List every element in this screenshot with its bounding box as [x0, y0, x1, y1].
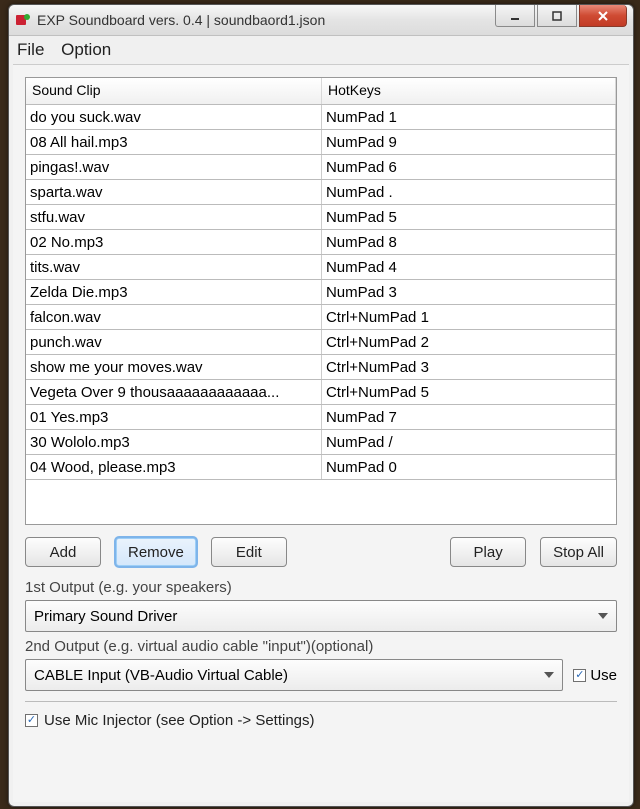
play-button[interactable]: Play	[450, 537, 526, 567]
table-row[interactable]: Vegeta Over 9 thousaaaaaaaaaaaa...Ctrl+N…	[26, 380, 616, 405]
table-empty-area	[26, 480, 616, 524]
mic-injector-checkbox[interactable]	[25, 714, 38, 727]
chevron-down-icon	[544, 672, 554, 678]
menu-option[interactable]: Option	[61, 40, 111, 59]
table-row[interactable]: 01 Yes.mp3NumPad 7	[26, 405, 616, 430]
cell-hotkey: NumPad 0	[321, 455, 615, 480]
separator	[25, 701, 617, 702]
cell-hotkey: NumPad 9	[321, 130, 615, 155]
cell-hotkey: NumPad 5	[321, 205, 615, 230]
table-row[interactable]: show me your moves.wavCtrl+NumPad 3	[26, 355, 616, 380]
table-row[interactable]: pingas!.wavNumPad 6	[26, 155, 616, 180]
cell-hotkey: NumPad .	[321, 180, 615, 205]
cell-clip: 08 All hail.mp3	[26, 130, 321, 155]
cell-clip: 04 Wood, please.mp3	[26, 455, 321, 480]
menubar: File Option	[9, 36, 633, 64]
cell-clip: tits.wav	[26, 255, 321, 280]
remove-button[interactable]: Remove	[115, 537, 197, 567]
maximize-button[interactable]	[537, 5, 577, 27]
output2-combo[interactable]: CABLE Input (VB-Audio Virtual Cable)	[25, 659, 563, 691]
stop-all-button[interactable]: Stop All	[540, 537, 617, 567]
col-header-clip[interactable]: Sound Clip	[26, 78, 321, 105]
content-area: Sound Clip HotKeys do you suck.wavNumPad…	[13, 64, 629, 802]
table-row[interactable]: 30 Wololo.mp3NumPad /	[26, 430, 616, 455]
cell-hotkey: NumPad 7	[321, 405, 615, 430]
output2-value: CABLE Input (VB-Audio Virtual Cable)	[34, 667, 288, 684]
edit-button[interactable]: Edit	[211, 537, 287, 567]
cell-hotkey: NumPad 8	[321, 230, 615, 255]
cell-hotkey: NumPad 1	[321, 105, 615, 130]
cell-hotkey: NumPad 6	[321, 155, 615, 180]
table-row[interactable]: 02 No.mp3NumPad 8	[26, 230, 616, 255]
cell-clip: punch.wav	[26, 330, 321, 355]
use-checkbox-group[interactable]: Use	[573, 667, 617, 684]
window-title: EXP Soundboard vers. 0.4 | soundbaord1.j…	[37, 12, 495, 28]
output1-label: 1st Output (e.g. your speakers)	[25, 579, 617, 596]
titlebar[interactable]: EXP Soundboard vers. 0.4 | soundbaord1.j…	[9, 5, 633, 36]
minimize-button[interactable]	[495, 5, 535, 27]
cell-clip: do you suck.wav	[26, 105, 321, 130]
table-row[interactable]: 08 All hail.mp3NumPad 9	[26, 130, 616, 155]
app-window: EXP Soundboard vers. 0.4 | soundbaord1.j…	[8, 4, 634, 807]
use-label: Use	[590, 667, 617, 684]
col-header-hotkey[interactable]: HotKeys	[321, 78, 615, 105]
use-checkbox[interactable]	[573, 669, 586, 682]
cell-clip: 30 Wololo.mp3	[26, 430, 321, 455]
output2-label: 2nd Output (e.g. virtual audio cable "in…	[25, 638, 617, 655]
cell-clip: show me your moves.wav	[26, 355, 321, 380]
table-row[interactable]: tits.wavNumPad 4	[26, 255, 616, 280]
sound-table[interactable]: Sound Clip HotKeys do you suck.wavNumPad…	[25, 77, 617, 525]
output1-value: Primary Sound Driver	[34, 608, 177, 625]
add-button[interactable]: Add	[25, 537, 101, 567]
cell-hotkey: Ctrl+NumPad 2	[321, 330, 615, 355]
table-row[interactable]: falcon.wavCtrl+NumPad 1	[26, 305, 616, 330]
table-row[interactable]: 04 Wood, please.mp3NumPad 0	[26, 455, 616, 480]
table-row[interactable]: Zelda Die.mp3NumPad 3	[26, 280, 616, 305]
window-controls	[495, 5, 633, 35]
table-row[interactable]: stfu.wavNumPad 5	[26, 205, 616, 230]
cell-clip: pingas!.wav	[26, 155, 321, 180]
cell-hotkey: Ctrl+NumPad 3	[321, 355, 615, 380]
mic-injector-label: Use Mic Injector (see Option -> Settings…	[44, 712, 315, 729]
cell-hotkey: Ctrl+NumPad 5	[321, 380, 615, 405]
close-button[interactable]	[579, 5, 627, 27]
cell-clip: stfu.wav	[26, 205, 321, 230]
table-row[interactable]: sparta.wavNumPad .	[26, 180, 616, 205]
cell-clip: 02 No.mp3	[26, 230, 321, 255]
cell-clip: Vegeta Over 9 thousaaaaaaaaaaaa...	[26, 380, 321, 405]
cell-hotkey: Ctrl+NumPad 1	[321, 305, 615, 330]
mic-injector-group[interactable]: Use Mic Injector (see Option -> Settings…	[25, 712, 617, 729]
table-row[interactable]: do you suck.wavNumPad 1	[26, 105, 616, 130]
cell-hotkey: NumPad 3	[321, 280, 615, 305]
cell-clip: 01 Yes.mp3	[26, 405, 321, 430]
cell-clip: Zelda Die.mp3	[26, 280, 321, 305]
cell-hotkey: NumPad 4	[321, 255, 615, 280]
output1-combo[interactable]: Primary Sound Driver	[25, 600, 617, 632]
table-row[interactable]: punch.wavCtrl+NumPad 2	[26, 330, 616, 355]
app-icon	[15, 12, 31, 28]
button-row: Add Remove Edit Play Stop All	[25, 525, 617, 573]
chevron-down-icon	[598, 613, 608, 619]
menu-file[interactable]: File	[17, 40, 44, 59]
cell-clip: falcon.wav	[26, 305, 321, 330]
cell-clip: sparta.wav	[26, 180, 321, 205]
cell-hotkey: NumPad /	[321, 430, 615, 455]
